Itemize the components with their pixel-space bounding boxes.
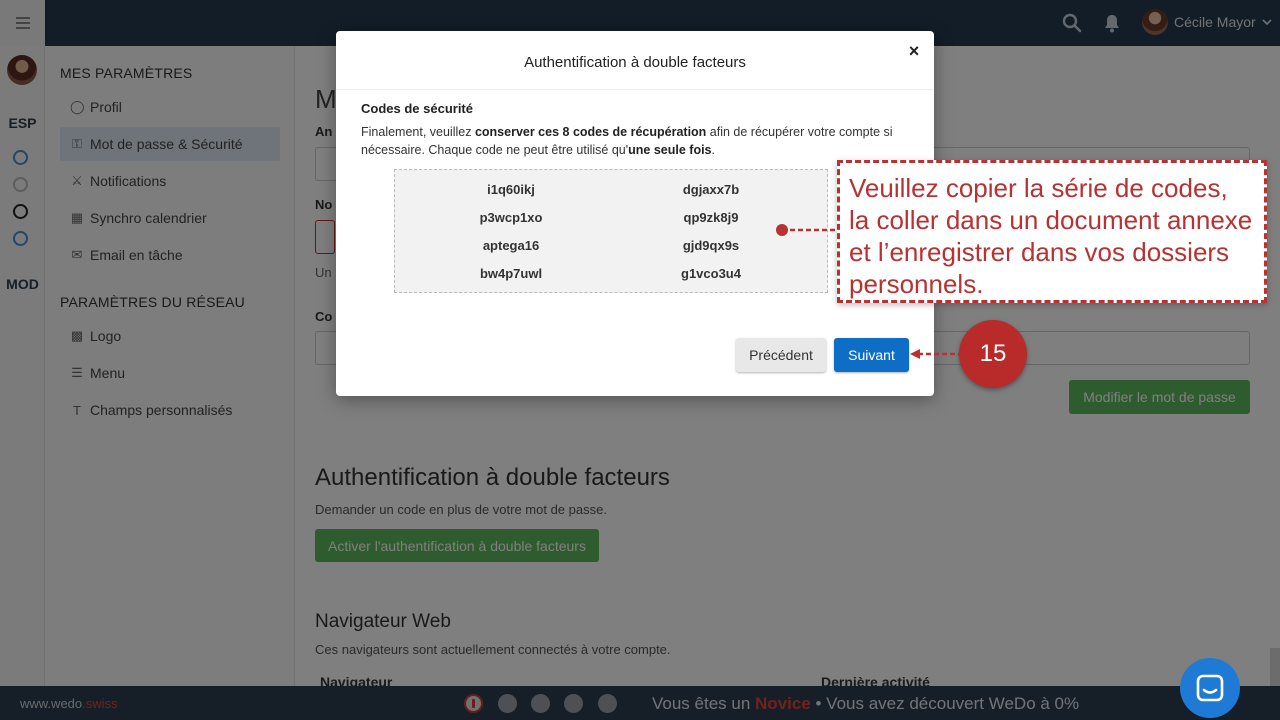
recovery-code: gjd9qx9s [682,238,740,253]
recovery-code: p3wcp1xo [479,210,543,225]
tutorial-callout: Veuillez copier la série de codes, la co… [837,160,1267,303]
chat-icon [1196,674,1224,702]
modal-title: Authentification à double facteurs [524,54,746,71]
step-number-badge: 15 [959,320,1027,388]
recovery-code: aptega16 [482,238,540,253]
close-icon[interactable]: × [904,42,924,62]
recovery-code: g1vco3u4 [681,266,741,281]
recovery-codes-box: i1q60ikj dgjaxx7b p3wcp1xo qp9zk8j9 apte… [394,169,828,293]
codes-heading: Codes de sécurité [361,101,473,116]
recovery-code: bw4p7uwl [479,266,543,281]
chat-button[interactable] [1180,658,1240,718]
divider [336,89,934,90]
codes-description: Finalement, veuillez conserver ces 8 cod… [361,125,893,157]
recovery-code: dgjaxx7b [682,182,740,197]
recovery-code: qp9zk8j9 [683,210,739,225]
previous-button[interactable]: Précédent [736,338,826,372]
next-button[interactable]: Suivant [834,338,909,372]
recovery-code: i1q60ikj [487,182,535,197]
